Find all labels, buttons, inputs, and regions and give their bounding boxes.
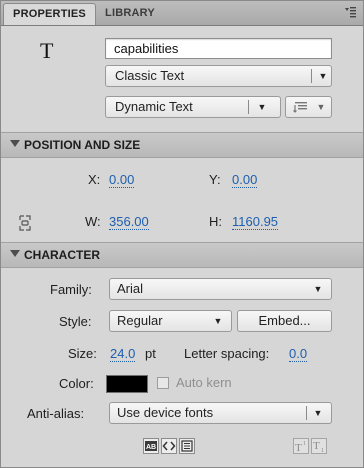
auto-kern-label: Auto kern [176,375,232,390]
w-label: W: [85,214,101,229]
select-separator [248,100,249,114]
selectable-icon[interactable]: AB [143,438,159,454]
section-title: POSITION AND SIZE [24,138,141,152]
text-engine-value: Classic Text [115,68,185,83]
panel-menu-icon[interactable] [343,6,357,20]
anti-alias-value: Use device fonts [117,405,214,420]
svg-text:AB: AB [146,444,156,451]
select-separator [306,406,307,420]
render-html-icon[interactable] [161,438,177,454]
subscript-icon[interactable]: T 1 [311,438,327,454]
font-style-select[interactable]: Regular ▼ [109,310,232,332]
tab-bar: PROPERTIES LIBRARY [1,1,363,26]
y-value[interactable]: 0.00 [232,172,258,188]
svg-text:T: T [313,440,320,452]
tab-library[interactable]: LIBRARY [97,3,163,24]
anti-alias-label: Anti-alias: [27,406,85,421]
section-character[interactable]: CHARACTER [1,242,363,268]
properties-panel: PROPERTIES LIBRARY T Classic Text ▼ Dyna… [0,0,364,468]
svg-text:1: 1 [303,441,306,447]
font-family-select[interactable]: Arial ▼ [109,278,332,300]
text-engine-select[interactable]: Classic Text ▼ [105,65,332,87]
y-label: Y: [209,172,221,187]
collapse-triangle-icon [10,140,20,147]
text-orientation-select[interactable]: ▼ [285,96,332,118]
border-icon[interactable] [179,438,195,454]
select-separator [311,69,312,83]
font-family-value: Arial [117,281,144,296]
svg-text:T: T [295,442,302,453]
anti-alias-select[interactable]: Use device fonts ▼ [109,402,332,424]
h-value[interactable]: 1160.95 [232,214,279,230]
x-value[interactable]: 0.00 [109,172,135,188]
x-label: X: [88,172,101,187]
chevron-down-icon: ▼ [313,284,323,294]
embed-button[interactable]: Embed... [237,310,332,332]
auto-kern-checkbox[interactable] [157,377,169,389]
style-label: Style: [59,314,92,329]
link-lock-icon[interactable] [16,214,34,232]
section-title: CHARACTER [24,248,100,262]
text-orientation-icon [293,100,309,117]
size-value[interactable]: 24.0 [110,346,136,362]
font-style-value: Regular [117,313,163,328]
superscript-icon[interactable]: T 1 [293,438,309,454]
collapse-triangle-icon [10,250,20,257]
text-type-select[interactable]: Dynamic Text ▼ [105,96,281,118]
letter-spacing-value[interactable]: 0.0 [289,346,308,362]
instance-name-input[interactable] [105,38,332,59]
w-value[interactable]: 356.00 [109,214,149,230]
chevron-down-icon: ▼ [213,316,223,326]
letter-spacing-label: Letter spacing: [184,346,270,361]
chevron-down-icon: ▼ [313,408,323,418]
tab-properties[interactable]: PROPERTIES [3,3,96,25]
family-label: Family: [50,282,92,297]
size-label: Size: [68,346,97,361]
color-label: Color: [59,376,94,391]
chevron-down-icon: ▼ [318,71,328,81]
chevron-down-icon: ▼ [316,102,326,112]
text-color-swatch[interactable] [106,375,148,393]
text-type-value: Dynamic Text [115,99,193,114]
chevron-down-icon: ▼ [257,102,267,112]
svg-text:1: 1 [321,448,324,453]
size-unit: pt [145,346,156,361]
section-position-size[interactable]: POSITION AND SIZE [1,132,363,158]
h-label: H: [209,214,222,229]
text-tool-icon: T [40,38,54,63]
